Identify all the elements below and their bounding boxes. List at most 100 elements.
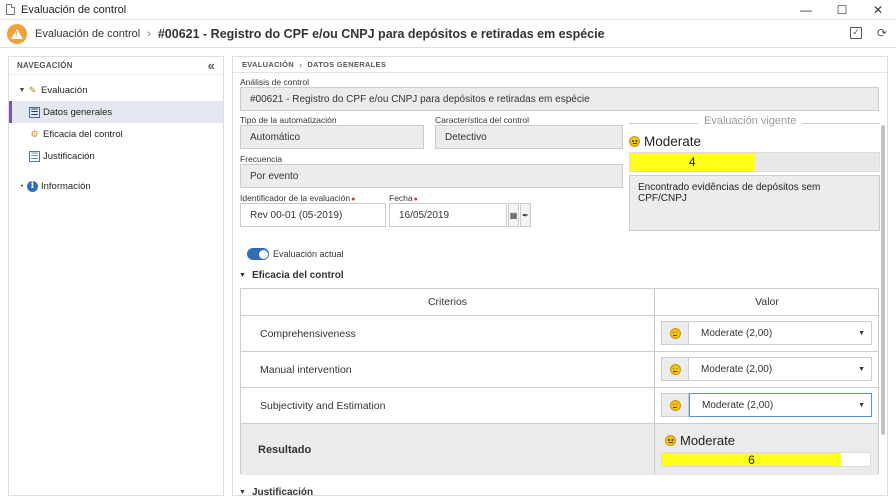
warning-icon: ! <box>7 23 27 44</box>
valor-dropdown[interactable]: Moderate (2,00) ▼ <box>689 357 872 381</box>
tipo-field: Automático <box>240 125 424 149</box>
sidebar-item-label: Evaluación <box>41 84 88 96</box>
valor-dropdown[interactable]: Moderate (2,00) ▼ <box>689 393 872 417</box>
vigente-title: Evaluación vigente <box>698 115 803 127</box>
identificador-input[interactable]: Rev 00-01 (05-2019) <box>240 203 386 227</box>
vigente-score-fill: 4 <box>630 153 755 171</box>
frecuencia-label: Frecuencia <box>240 154 283 164</box>
caret-down-icon: ▼ <box>858 330 865 337</box>
resultado-score-fill: 6 <box>662 453 841 467</box>
maximize-icon[interactable]: ☐ <box>824 0 860 20</box>
neutral-face-icon <box>665 435 676 446</box>
caret-down-icon[interactable]: ▼ <box>17 87 27 94</box>
table-row: Comprehensiveness Moderate (2,00) ▼ <box>241 316 878 352</box>
caret-down-icon: ▼ <box>858 402 865 409</box>
eraser-icon[interactable]: ✒ <box>520 203 531 227</box>
resultado-row: Resultado Moderate 6 <box>241 424 878 475</box>
valor-select[interactable]: Moderate (2,00) ▼ <box>661 321 872 345</box>
evaluation-icon: ✎ <box>28 84 37 95</box>
caret-down-icon: ▼ <box>239 489 246 496</box>
table-row: Subjectivity and Estimation Moderate (2,… <box>241 388 878 424</box>
sidebar-item-evaluacion[interactable]: ▼ ✎ Evaluación <box>9 79 223 101</box>
caret-down-icon: ▼ <box>239 272 246 279</box>
sidebar-item-informacion[interactable]: • i Información <box>9 175 223 197</box>
breadcrumb: EVALUACIÓN › DATOS GENERALES <box>233 57 887 73</box>
valor-select[interactable]: Moderate (2,00) ▼ <box>661 357 872 381</box>
fecha-input[interactable]: 16/05/2019 <box>389 203 507 227</box>
fecha-label: Fecha● <box>389 193 418 203</box>
chevron-right-icon: › <box>147 27 151 40</box>
main-panel: EVALUACIÓN › DATOS GENERALES Análisis de… <box>232 56 888 496</box>
frecuencia-field: Por evento <box>240 164 623 188</box>
table-row: Manual intervention Moderate (2,00) ▼ <box>241 352 878 388</box>
col-valor: Valor <box>755 296 779 308</box>
required-icon: ● <box>413 196 418 203</box>
criterio-name: Manual intervention <box>260 363 352 376</box>
evaluacion-actual-toggle[interactable] <box>247 248 269 260</box>
chevron-right-icon: › <box>299 59 303 70</box>
required-icon: ● <box>351 196 356 203</box>
efficacy-icon: ⚙ <box>30 128 39 139</box>
justificacion-heading: Justificación <box>251 487 314 496</box>
document-icon: ☰ <box>29 106 40 118</box>
window-title: Evaluación de control <box>21 3 127 16</box>
caracteristica-label: Característica del control <box>435 115 530 125</box>
breadcrumb-current: DATOS GENERALES <box>307 60 387 69</box>
neutral-face-icon <box>661 357 689 381</box>
neutral-face-icon <box>661 393 689 417</box>
sidebar-title: NAVEGACIÓN <box>17 61 73 70</box>
analisis-field: #00621 - Registro do CPF e/ou CNPJ para … <box>240 87 879 111</box>
neutral-face-icon <box>629 136 640 147</box>
sidebar-item-label: Información <box>41 180 91 192</box>
resultado-score-bar: 6 <box>661 452 871 467</box>
caret-down-icon: ▼ <box>858 366 865 373</box>
criteria-table: Criterios Valor Comprehensiveness Modera… <box>240 288 879 475</box>
collapse-icon[interactable]: « <box>208 58 215 73</box>
page-header: ! Evaluación de control › #00621 - Regis… <box>0 20 896 48</box>
minimize-icon[interactable]: — <box>788 0 824 20</box>
breadcrumb-root[interactable]: EVALUACIÓN <box>242 60 294 69</box>
vigente-level: Moderate <box>629 134 701 149</box>
resultado-level-text: Moderate <box>680 433 735 448</box>
justificacion-section-header[interactable]: ▼ Justificación <box>239 487 314 496</box>
vigente-score-bar: 4 <box>629 152 880 172</box>
table-header: Criterios Valor <box>241 289 878 316</box>
justification-icon: ☰ <box>29 150 40 162</box>
page-title: #00621 - Registro do CPF e/ou CNPJ para … <box>157 26 605 41</box>
navigation-sidebar: NAVEGACIÓN « ▼ ✎ Evaluación ☰ Datos gene… <box>8 56 224 496</box>
toggle-label: Evaluación actual <box>273 249 344 259</box>
vigente-summary: Encontrado evidências de depósitos sem C… <box>629 175 880 231</box>
resultado-level: Moderate <box>665 433 735 448</box>
sidebar-item-label: Eficacia del control <box>43 128 123 140</box>
sidebar-item-datos-generales[interactable]: ☰ Datos generales <box>9 101 223 123</box>
valor-dropdown[interactable]: Moderate (2,00) ▼ <box>689 321 872 345</box>
scrollbar[interactable] <box>881 125 885 435</box>
sidebar-item-eficacia[interactable]: ⚙ Eficacia del control <box>9 123 223 145</box>
caracteristica-field: Detectivo <box>435 125 623 149</box>
info-icon: i <box>27 180 38 192</box>
sidebar-item-label: Justificación <box>43 150 95 162</box>
eficacia-section-header[interactable]: ▼ Eficacia del control <box>239 270 344 281</box>
resultado-label: Resultado <box>258 444 312 456</box>
valor-select[interactable]: Moderate (2,00) ▼ <box>661 393 872 417</box>
sidebar-item-label: Datos generales <box>43 106 113 118</box>
calendar-icon[interactable]: ▦ <box>508 203 519 227</box>
neutral-face-icon <box>661 321 689 345</box>
checklist-icon[interactable]: ✓ <box>848 25 864 41</box>
vigente-level-text: Moderate <box>644 134 702 149</box>
window-titlebar: Evaluación de control — ☐ ✕ <box>0 0 896 20</box>
refresh-icon[interactable]: ⟳ <box>874 25 890 41</box>
close-icon[interactable]: ✕ <box>860 0 896 20</box>
module-breadcrumb[interactable]: Evaluación de control <box>35 28 140 40</box>
sidebar-item-justificacion[interactable]: ☰ Justificación <box>9 145 223 167</box>
criterio-name: Comprehensiveness <box>260 327 356 340</box>
analisis-label: Análisis de control <box>240 77 309 87</box>
col-criterios: Criterios <box>427 296 468 308</box>
eficacia-heading: Eficacia del control <box>251 270 344 281</box>
identificador-label: Identificador de la evaluación● <box>240 193 356 203</box>
document-icon <box>6 4 15 15</box>
bullet-icon: • <box>20 182 24 190</box>
sidebar-header: NAVEGACIÓN « <box>9 57 223 75</box>
tipo-label: Tipo de la automatización <box>240 115 337 125</box>
criterio-name: Subjectivity and Estimation <box>260 399 386 412</box>
